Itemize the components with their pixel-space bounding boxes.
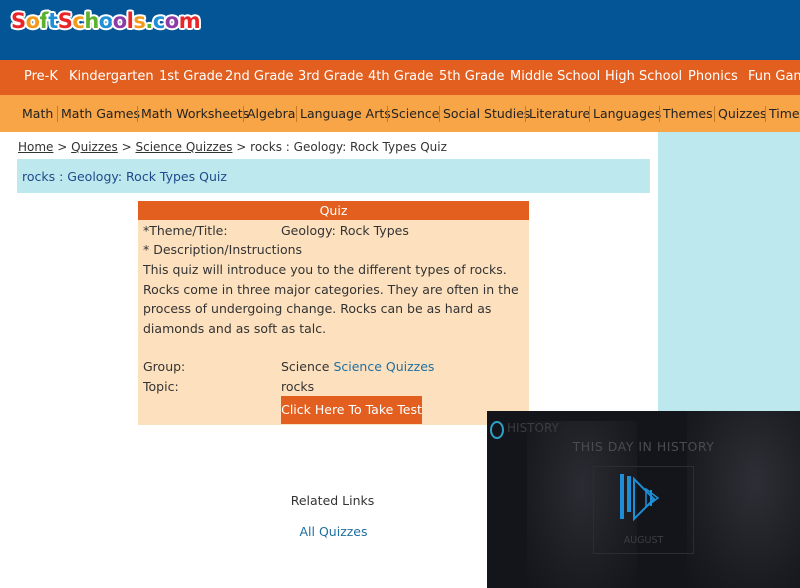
quiz-description: This quiz will introduce you to the diff… (143, 262, 519, 336)
grade-nav-bar: Pre-K Kindergarten 1st Grade 2nd Grade 3rd G… (0, 60, 800, 95)
breadcrumb-separator: > (57, 140, 68, 154)
nav-divider (765, 106, 766, 122)
nav-subject-social-studies[interactable]: Social Studies (443, 106, 530, 121)
nav-grade-3rd-grade[interactable]: 3rd Grade (298, 69, 363, 84)
nav-grade-2nd-grade[interactable]: 2nd Grade (225, 69, 294, 84)
nav-subject-math[interactable]: Math (22, 106, 53, 121)
topic-value: rocks (281, 379, 315, 394)
nav-subject-timel[interactable]: Timel (769, 106, 800, 121)
nav-divider (57, 106, 58, 122)
nav-grade-1st-grade[interactable]: 1st Grade (159, 69, 223, 84)
nav-grade-high-school[interactable]: High School (605, 69, 682, 84)
science-quizzes-link[interactable]: Science Quizzes (333, 359, 434, 374)
nav-subject-literature[interactable]: Literature (529, 106, 590, 121)
breadcrumb-quizzes-link[interactable]: Quizzes (71, 140, 118, 154)
breadcrumb: Home > Quizzes > Science Quizzes > rocks… (18, 140, 447, 154)
breadcrumb-science-quizzes-link[interactable]: Science Quizzes (136, 140, 233, 154)
logo-letter: h (84, 9, 99, 33)
logo-letter: c (152, 9, 165, 33)
theme-value: Geology: Rock Types (281, 223, 409, 238)
logo-letter: . (145, 9, 153, 33)
nav-divider (137, 106, 138, 122)
nav-grade-kindergarten[interactable]: Kindergarten (69, 69, 154, 84)
nav-subject-themes[interactable]: Themes (663, 106, 713, 121)
quiz-info-panel: Quiz *Theme/Title: Geology: Rock Types *… (138, 201, 529, 425)
nav-divider (714, 106, 715, 122)
logo-letter: o (164, 9, 179, 33)
nav-subject-science[interactable]: Science (391, 106, 439, 121)
nav-divider (439, 106, 440, 122)
nav-subject-languages[interactable]: Languages (593, 106, 661, 121)
logo-letter: o (98, 9, 113, 33)
nav-divider (659, 106, 660, 122)
nav-grade-phonics[interactable]: Phonics (688, 69, 738, 84)
nav-subject-language-arts[interactable]: Language Arts (300, 106, 391, 121)
logo-letter: S (11, 9, 26, 33)
page-title-bar: rocks : Geology: Rock Types Quiz (17, 159, 650, 193)
nav-divider (589, 106, 590, 122)
logo-letter: m (178, 9, 201, 33)
topic-label: Topic: (143, 379, 179, 394)
video-thumbnail-frame: AUGUST (593, 466, 694, 554)
nav-subject-algebra[interactable]: Algebra (247, 106, 295, 121)
nav-grade-5th-grade[interactable]: 5th Grade (439, 69, 504, 84)
softschools-logo[interactable]: SoftSchools.com (11, 9, 201, 33)
logo-letter: s (133, 9, 146, 33)
logo-letter: t (48, 9, 58, 33)
nav-divider (387, 106, 388, 122)
subject-nav-bar: Math Math Games Math Worksheets Algebra Lang… (0, 95, 800, 132)
nav-subject-math-worksheets[interactable]: Math Worksheets (141, 106, 249, 121)
nav-divider (243, 106, 244, 122)
logo-letter: o (25, 9, 40, 33)
nav-divider (525, 106, 526, 122)
video-brand: HISTORY (507, 421, 559, 435)
logo-letter: f (39, 9, 49, 33)
breadcrumb-separator: > (121, 140, 132, 154)
group-value: Science (281, 359, 330, 374)
take-test-button[interactable]: Click Here To Take Test (281, 396, 422, 424)
logo-letter: S (57, 9, 73, 33)
theme-label: *Theme/Title: (143, 223, 228, 238)
nav-divider (296, 106, 297, 122)
history-logo-icon (490, 421, 504, 439)
play-icon[interactable] (594, 467, 693, 537)
quiz-panel-heading: Quiz (138, 201, 529, 220)
logo-letter: c (72, 9, 85, 33)
nav-subject-quizzes[interactable]: Quizzes (718, 106, 767, 121)
logo-letter: o (112, 9, 127, 33)
site-header: SoftSchools.com (0, 0, 800, 60)
page-title: rocks : Geology: Rock Types Quiz (22, 169, 227, 184)
breadcrumb-home-link[interactable]: Home (18, 140, 53, 154)
video-ad-player[interactable]: HISTORY THIS DAY IN HISTORY AUGUST (487, 411, 800, 588)
video-background-figure (687, 411, 800, 588)
video-month: AUGUST (623, 535, 664, 546)
video-title: THIS DAY IN HISTORY (572, 439, 715, 454)
nav-grade-4th-grade[interactable]: 4th Grade (368, 69, 433, 84)
group-label: Group: (143, 359, 186, 374)
nav-grade-fun-gam[interactable]: Fun Gam (748, 69, 800, 84)
nav-grade-middle-school[interactable]: Middle School (510, 69, 600, 84)
nav-subject-math-games[interactable]: Math Games (61, 106, 140, 121)
nav-grade-pre-k[interactable]: Pre-K (24, 69, 58, 84)
description-label: * Description/Instructions (143, 242, 303, 257)
breadcrumb-separator: > (236, 140, 247, 154)
breadcrumb-current: rocks : Geology: Rock Types Quiz (250, 140, 447, 154)
